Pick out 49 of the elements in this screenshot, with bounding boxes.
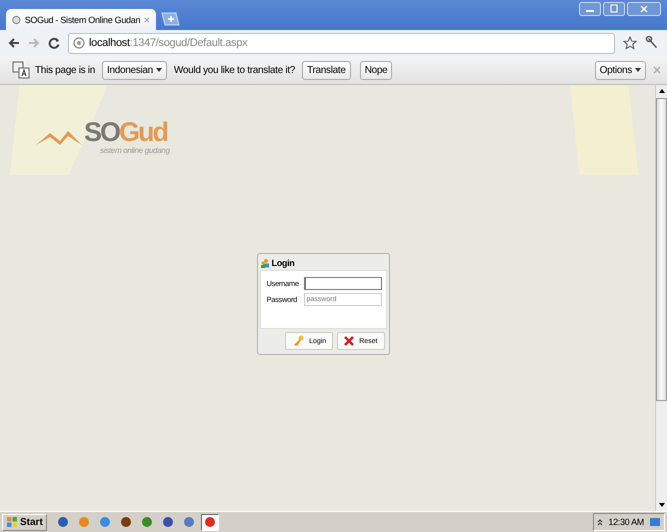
close-icon[interactable] bbox=[627, 2, 661, 16]
translate-question: Would you like to translate it? bbox=[174, 64, 296, 76]
app-icon bbox=[120, 516, 132, 528]
tab-title: SOGud - Sistem Online Gudan bbox=[24, 14, 140, 24]
scroll-up-icon[interactable] bbox=[658, 87, 666, 95]
windows-flag-icon bbox=[6, 516, 18, 528]
url-text: localhost:1347/sogud/Default.aspx bbox=[89, 37, 248, 49]
page-icon bbox=[73, 37, 85, 49]
minimize-icon[interactable] bbox=[579, 2, 601, 16]
desktop-icon[interactable] bbox=[649, 516, 661, 528]
browser-tab[interactable]: SOGud - Sistem Online Gudan bbox=[6, 9, 156, 30]
cross-icon bbox=[344, 336, 354, 346]
app-icon bbox=[78, 516, 90, 528]
app-icon bbox=[182, 516, 195, 528]
translate-prompt: This page is in bbox=[35, 64, 95, 76]
back-icon[interactable] bbox=[8, 37, 20, 49]
clock: 12:30 AM bbox=[608, 517, 644, 527]
app-icon bbox=[140, 516, 153, 528]
translate-icon bbox=[12, 61, 30, 79]
options-dropdown[interactable]: Options bbox=[594, 60, 646, 80]
logo-text: SOGud bbox=[84, 119, 168, 146]
scrollbar[interactable] bbox=[655, 85, 667, 511]
wrench-icon[interactable] bbox=[645, 36, 659, 50]
app-icon bbox=[56, 516, 69, 528]
language-dropdown[interactable]: Indonesian bbox=[102, 60, 167, 80]
new-tab-icon[interactable] bbox=[160, 12, 180, 26]
taskbar-app[interactable] bbox=[200, 514, 219, 530]
translate-bar-button[interactable]: Nope bbox=[360, 60, 392, 80]
input-field[interactable] bbox=[304, 277, 382, 290]
globe-icon bbox=[12, 14, 21, 26]
restore-icon[interactable] bbox=[603, 2, 625, 16]
logo-tagline: sistem online gudang bbox=[100, 146, 170, 155]
close-icon[interactable] bbox=[144, 16, 150, 24]
address-field[interactable]: localhost:1347/sogud/Default.aspx bbox=[68, 32, 615, 54]
key-icon bbox=[292, 335, 304, 347]
star-icon[interactable] bbox=[623, 36, 637, 50]
panel-title: Login bbox=[272, 258, 294, 268]
caret-icon bbox=[635, 68, 641, 72]
scroll-down-icon[interactable] bbox=[658, 501, 666, 509]
app-icon bbox=[162, 516, 174, 528]
app-icon bbox=[98, 516, 111, 528]
users-icon bbox=[260, 258, 270, 268]
chevron-icon[interactable] bbox=[597, 518, 604, 526]
translate-bar-button[interactable]: Translate bbox=[302, 60, 351, 80]
reload-icon[interactable] bbox=[48, 37, 60, 49]
app-icon bbox=[204, 516, 216, 528]
caret-icon bbox=[156, 68, 162, 72]
start-button[interactable]: Start bbox=[2, 514, 47, 530]
scroll-thumb[interactable] bbox=[656, 98, 667, 401]
